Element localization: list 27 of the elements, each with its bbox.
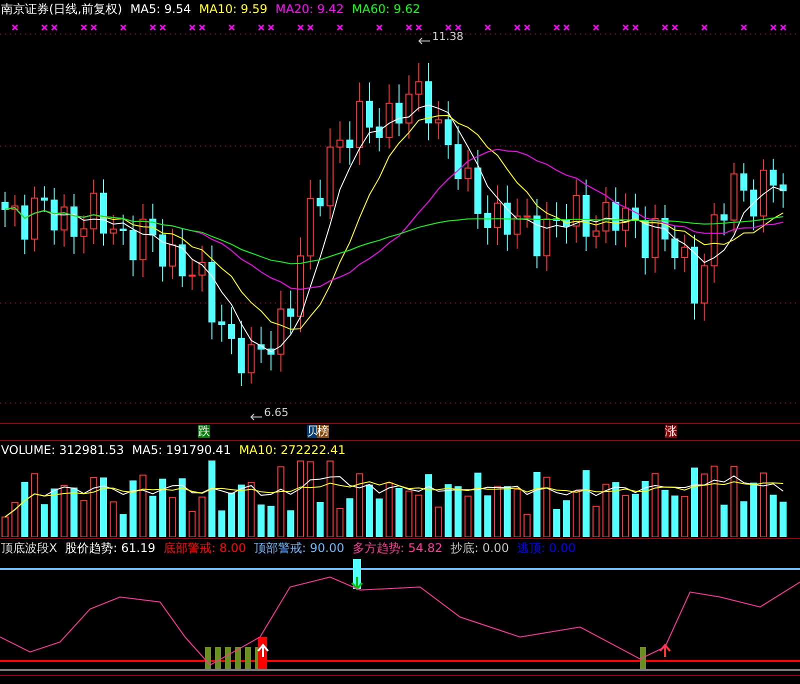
moving-average-value: MA5: 9.54 [130, 2, 191, 16]
moving-average-value: MA20: 9.42 [275, 2, 344, 16]
moving-average-value: MA10: 9.59 [198, 2, 268, 16]
indicator-title: 顶底波段X [1, 540, 58, 556]
up-arrow-icon [257, 643, 269, 658]
bottom-signal-bar [640, 647, 646, 669]
indicator-value: 底部警戒: 8.00 [163, 540, 246, 556]
indicator-value: 抄底: 0.00 [450, 540, 510, 556]
indicator-value: 顶部警戒: 90.00 [254, 540, 344, 556]
chart-title: 南京证券(日线,前复权) [1, 0, 122, 18]
indicator-value: 逃顶: 0.00 [517, 540, 576, 556]
volume-value: MA10: 272222.41 [238, 443, 346, 457]
volume-value: VOLUME: 312981.53 [1, 443, 124, 457]
down-arrow-icon [351, 576, 363, 591]
left-arrow-icon [418, 37, 430, 45]
bottom-signal-bars [205, 647, 261, 669]
moving-average-value: MA60: 9.62 [352, 2, 420, 16]
indicator-value: 股价趋势: 61.19 [65, 540, 156, 556]
low-price-label: 6.65 [264, 406, 288, 419]
indicator-value: 多方趋势: 54.82 [352, 540, 442, 556]
signal-tag: 跌 [198, 425, 210, 438]
signal-tag: 榜 [317, 425, 329, 438]
up-arrow-icon [659, 643, 671, 658]
volume-value: MA5: 191790.41 [132, 443, 231, 457]
left-arrow-icon [250, 413, 262, 421]
signal-tag: 涨 [665, 425, 677, 438]
high-price-label: 11.38 [432, 30, 464, 43]
